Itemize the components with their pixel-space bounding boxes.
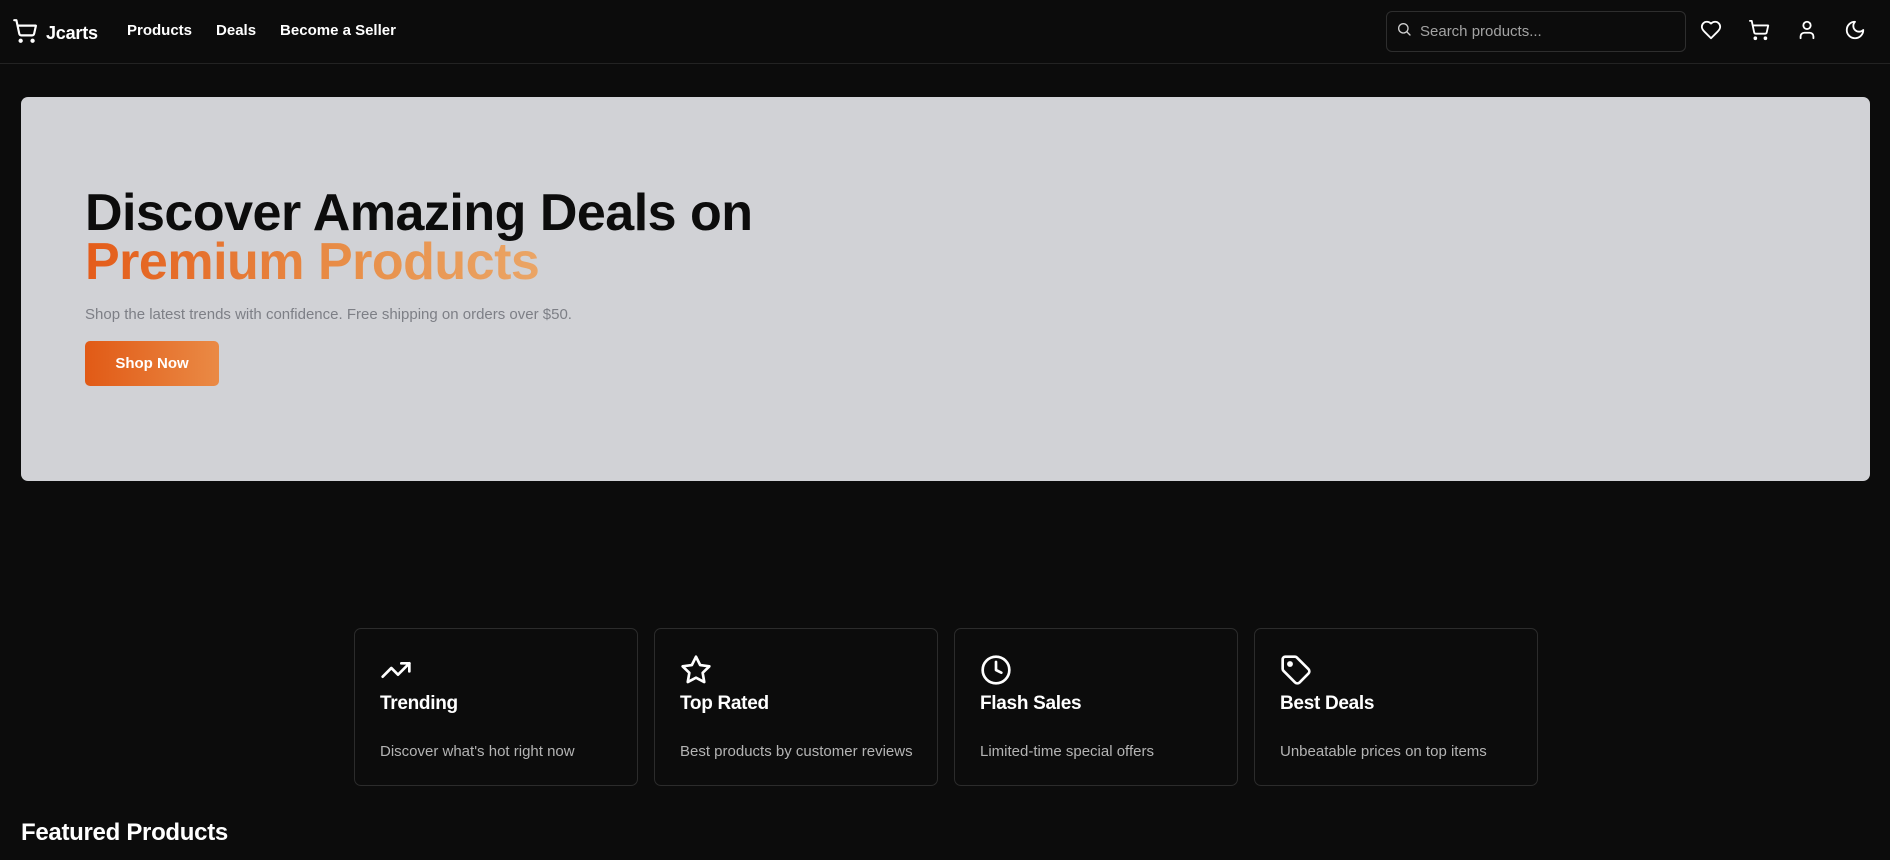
feature-title: Top Rated	[680, 693, 769, 714]
feature-title: Trending	[380, 693, 458, 714]
cart-icon[interactable]	[1748, 19, 1770, 41]
featured-products-heading: Featured Products	[21, 819, 228, 846]
feature-description: Best products by customer reviews	[680, 743, 913, 760]
feature-description: Unbeatable prices on top items	[1280, 743, 1487, 760]
heart-icon[interactable]	[1700, 19, 1722, 41]
moon-icon[interactable]	[1844, 19, 1866, 41]
feature-cards: Trending Discover what's hot right now T…	[354, 628, 1538, 786]
feature-title: Best Deals	[1280, 693, 1375, 714]
search-box	[1386, 11, 1686, 52]
feature-card-trending[interactable]: Trending Discover what's hot right now	[354, 628, 638, 786]
feature-card-top-rated[interactable]: Top Rated Best products by customer revi…	[654, 628, 938, 786]
nav-link-deals[interactable]: Deals	[216, 22, 256, 39]
hero-title-highlight: Premium Products	[85, 233, 540, 291]
feature-card-best-deals[interactable]: Best Deals Unbeatable prices on top item…	[1254, 628, 1538, 786]
main-nav: Products Deals Become a Seller	[127, 22, 396, 39]
top-navbar: Jcarts Products Deals Become a Seller	[0, 0, 1890, 64]
search-input[interactable]	[1420, 23, 1670, 40]
feature-title: Flash Sales	[980, 693, 1082, 714]
feature-description: Limited-time special offers	[980, 743, 1154, 760]
feature-card-flash-sales[interactable]: Flash Sales Limited-time special offers	[954, 628, 1238, 786]
tag-icon	[1280, 654, 1312, 686]
hero-subtitle: Shop the latest trends with confidence. …	[85, 306, 572, 323]
feature-description: Discover what's hot right now	[380, 743, 575, 760]
star-icon	[680, 654, 712, 686]
nav-link-become-seller[interactable]: Become a Seller	[280, 22, 396, 39]
trending-up-icon	[380, 654, 412, 686]
brand-logo-link[interactable]: Jcarts	[12, 18, 98, 49]
brand-name: Jcarts	[46, 23, 98, 43]
hero-title: Discover Amazing Deals on Premium Produc…	[85, 187, 753, 291]
clock-icon	[980, 654, 1012, 686]
hero-banner: Discover Amazing Deals on Premium Produc…	[21, 97, 1870, 481]
search-icon	[1396, 21, 1412, 42]
nav-link-products[interactable]: Products	[127, 22, 192, 39]
header-actions	[1700, 19, 1866, 41]
shop-now-button[interactable]: Shop Now	[85, 341, 219, 386]
cart-logo-icon	[12, 18, 38, 49]
user-icon[interactable]	[1796, 19, 1818, 41]
